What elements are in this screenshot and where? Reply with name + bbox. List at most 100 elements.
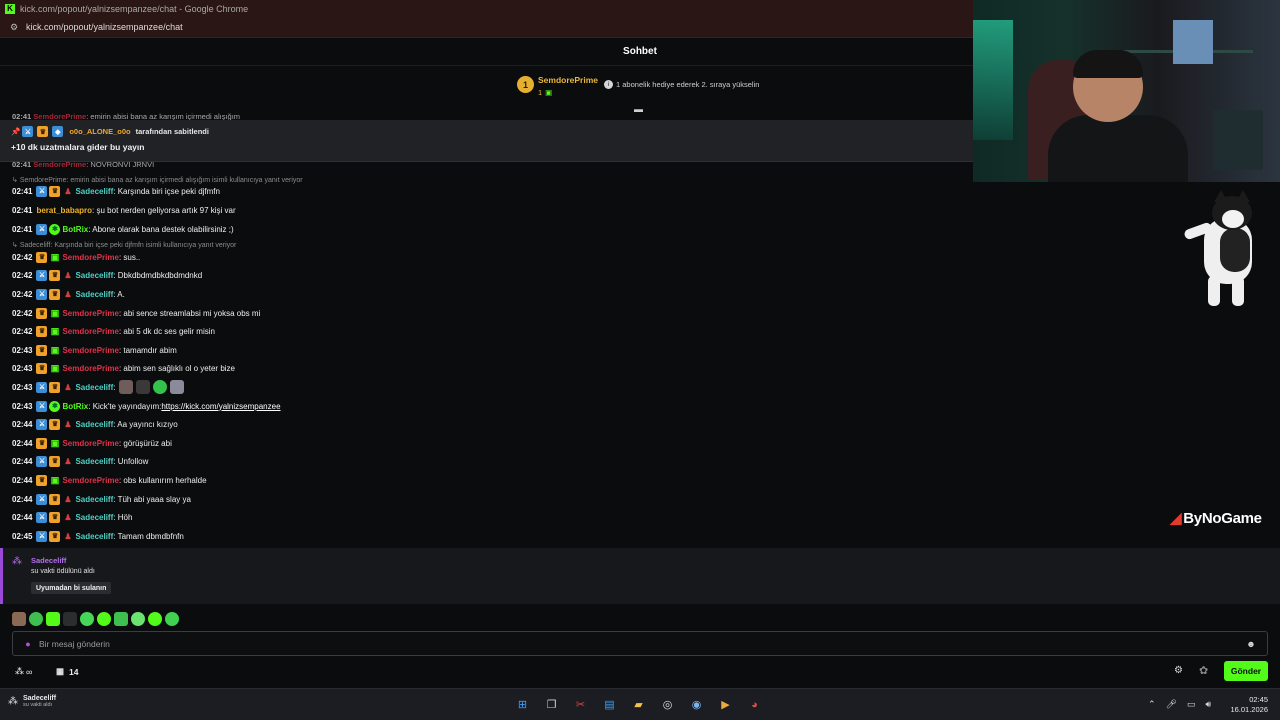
taskbar-clock[interactable]: 02:45 16.01.2026	[1220, 695, 1268, 715]
mic-icon[interactable]: ●	[23, 639, 33, 649]
mic-icon[interactable]: 🎤︎	[1166, 699, 1177, 710]
chat-username[interactable]: BotRix	[62, 402, 88, 411]
chat-message[interactable]: 02:44 ♛ ▣ SemdorePrime : görüşürüz abi	[12, 437, 172, 449]
subscriber-badge-icon: ♟	[64, 531, 72, 541]
media-player-icon[interactable]: ▶	[717, 696, 734, 713]
reply-context[interactable]: ↳ SemdorePrime: emirin abisi bana az kar…	[12, 176, 303, 184]
chat-username[interactable]: SemdorePrime	[62, 327, 118, 336]
browser-title-bar: K kick.com/popout/yalnizsempanzee/chat -…	[0, 0, 975, 17]
clipped-message: 02:41 SemdorePrime: NOVRONVI JRNVI	[12, 160, 155, 168]
emote-icon[interactable]	[114, 612, 128, 626]
obs-icon[interactable]: ◎	[659, 696, 676, 713]
chat-message[interactable]: 02:41 ⚔ ♛ ♟ Sadeceliff : Karşında biri i…	[12, 185, 220, 197]
settings-icon[interactable]: ⚙	[1174, 665, 1183, 676]
moderator-badge-icon: ⚔	[36, 511, 48, 523]
chat-username[interactable]: SemdorePrime	[62, 439, 118, 448]
kick-favicon-icon: K	[5, 3, 15, 14]
chat-username[interactable]: BotRix	[62, 225, 88, 234]
chat-message[interactable]: 02:42 ♛ ▣ SemdorePrime : abi sence strea…	[12, 307, 260, 319]
chat-username[interactable]: SemdorePrime	[62, 364, 118, 373]
steam-icon[interactable]: ◉	[688, 696, 705, 713]
subscriber-badge-icon: ▣	[50, 474, 60, 485]
emote-icon[interactable]	[97, 612, 111, 626]
chat-username[interactable]: Sadeceliff	[75, 290, 113, 299]
emote-icon[interactable]	[80, 612, 94, 626]
pinned-message[interactable]: 📌 ⚔ ♛ ◆ o0o_ALONE_o0o tarafından sabitle…	[0, 120, 973, 162]
chat-message[interactable]: 02:44 ⚔ ♛ ♟ Sadeceliff : Aa yayıncı kızı…	[12, 418, 178, 430]
chat-text: : tamamdır abim	[118, 345, 177, 355]
chat-message[interactable]: 02:44 ⚔ ♛ ♟ Sadeceliff : Höh	[12, 511, 132, 523]
emoji-icon[interactable]: ☻	[1243, 639, 1259, 649]
leaderboard-user[interactable]: SemdorePrime	[538, 75, 598, 85]
collapse-handle-icon[interactable]: ▬	[634, 104, 643, 114]
gift-icon[interactable]: ✿	[1199, 664, 1208, 677]
url-text[interactable]: kick.com/popout/yalnizsempanzee/chat	[26, 22, 183, 32]
chevron-up-icon[interactable]: ⌃	[1148, 699, 1156, 710]
chat-message[interactable]: 02:42 ♛ ▣ SemdorePrime : sus..	[12, 251, 140, 263]
emote-icon[interactable]	[118, 380, 133, 394]
chat-text: : Dbkdbdmdbkdbdmdnkd	[113, 270, 203, 280]
chat-text: :	[113, 382, 116, 392]
chat-username[interactable]: Sadeceliff	[75, 187, 113, 196]
emote-icon[interactable]	[12, 612, 26, 626]
chat-message[interactable]: 02:44 ⚔ ♛ ♟ Sadeceliff : Unfollow	[12, 455, 148, 467]
chat-message[interactable]: 02:43 ⚔ ✱ BotRix : Kick'te yayındayım: h…	[12, 400, 281, 412]
chat-message-input[interactable]	[39, 638, 1243, 649]
chat-message[interactable]: 02:42 ⚔ ♛ ♟ Sadeceliff : Dbkdbdmdbkdbdmd…	[12, 269, 202, 281]
store-icon[interactable]: ▤	[601, 696, 618, 713]
chat-username[interactable]: Sadeceliff	[75, 420, 113, 429]
network-icon[interactable]: ▭	[1187, 699, 1196, 710]
taskbar-widget[interactable]: ⁂ Sadeceliff su vakti aldı	[8, 695, 56, 708]
chat-link[interactable]: https://kick.com/yalnizsempanzee	[161, 402, 280, 411]
pinned-author[interactable]: o0o_ALONE_o0o	[69, 127, 130, 136]
emote-icon[interactable]	[131, 612, 145, 626]
chat-message[interactable]: 02:45 ⚔ ♛ ♟ Sadeceliff : Tamam dbmdbfnfn	[12, 530, 184, 542]
chat-username[interactable]: Sadeceliff	[75, 513, 113, 522]
chat-message[interactable]: 02:42 ♛ ▣ SemdorePrime : abi 5 dk dc ses…	[12, 325, 215, 337]
chat-username[interactable]: Sadeceliff	[75, 383, 113, 392]
chat-message[interactable]: 02:44 ♛ ▣ SemdorePrime : obs kullanırım …	[12, 474, 207, 486]
chat-username[interactable]: SemdorePrime	[62, 476, 118, 485]
chat-text: : Karşında biri içse peki djfmfn	[113, 186, 220, 196]
chat-username[interactable]: berat_babapro	[36, 206, 92, 215]
emote-icon[interactable]	[148, 612, 162, 626]
start-icon[interactable]: ⊞	[514, 696, 531, 713]
site-info-icon[interactable]: ⚙	[7, 22, 21, 33]
leaderboard-hint: 1 abonelik hediye ederek 2. sıraya yükse…	[616, 80, 760, 89]
address-bar[interactable]: ⚙ kick.com/popout/yalnizsempanzee/chat	[0, 17, 975, 38]
subscriber-badge-icon: ▣	[50, 307, 60, 318]
volume-icon[interactable]: 🔊︎	[1206, 699, 1212, 710]
chat-message[interactable]: 02:44 ⚔ ♛ ♟ Sadeceliff : Tüh abi yaaa sl…	[12, 493, 191, 505]
reward-user[interactable]: Sadeceliff	[31, 556, 66, 565]
emote-icon[interactable]	[152, 380, 167, 394]
chat-username[interactable]: Sadeceliff	[75, 495, 113, 504]
pinned-header: 📌 ⚔ ♛ ◆ o0o_ALONE_o0o tarafından sabitle…	[11, 126, 209, 137]
channel-points[interactable]: ⁂ ∞	[15, 666, 32, 677]
emote-icon[interactable]	[169, 380, 184, 394]
chat-message[interactable]: 02:42 ⚔ ♛ ♟ Sadeceliff : A.	[12, 288, 125, 300]
chat-message[interactable]: 02:41 berat_babapro : şu bot nerden geli…	[12, 204, 236, 216]
emote-icon[interactable]	[46, 612, 60, 626]
reply-context[interactable]: ↳ Sadeceliff: Karşında biri içse peki dj…	[12, 241, 236, 249]
chat-message[interactable]: 02:43 ⚔ ♛ ♟ Sadeceliff :	[12, 380, 187, 394]
send-button[interactable]: Gönder	[1224, 661, 1268, 681]
task-view-icon[interactable]: ❐	[543, 696, 560, 713]
emote-icon[interactable]	[29, 612, 43, 626]
chat-username[interactable]: Sadeceliff	[75, 532, 113, 541]
chat-username[interactable]: SemdorePrime	[62, 346, 118, 355]
chat-message[interactable]: 02:43 ♛ ▣ SemdorePrime : abim sen sağlık…	[12, 362, 235, 374]
file-explorer-icon[interactable]: ▰	[630, 696, 647, 713]
emote-icon[interactable]	[165, 612, 179, 626]
chat-message[interactable]: 02:43 ♛ ▣ SemdorePrime : tamamdır abim	[12, 344, 177, 356]
chat-username[interactable]: Sadeceliff	[75, 271, 113, 280]
snipping-tool-icon[interactable]: ✂	[572, 696, 589, 713]
emote-icon[interactable]	[135, 380, 150, 394]
chat-username[interactable]: SemdorePrime	[62, 309, 118, 318]
chrome-icon[interactable]: ◕	[746, 696, 763, 713]
chat-username[interactable]: Sadeceliff	[75, 457, 113, 466]
chat-input-box[interactable]: ● ☻	[12, 631, 1268, 656]
chest-counter[interactable]: ▦ 14	[56, 666, 79, 677]
chat-username[interactable]: SemdorePrime	[62, 253, 118, 262]
chat-message[interactable]: 02:41 ⚔ ✱ BotRix : Abone olarak bana des…	[12, 223, 234, 235]
emote-icon[interactable]	[63, 612, 77, 626]
